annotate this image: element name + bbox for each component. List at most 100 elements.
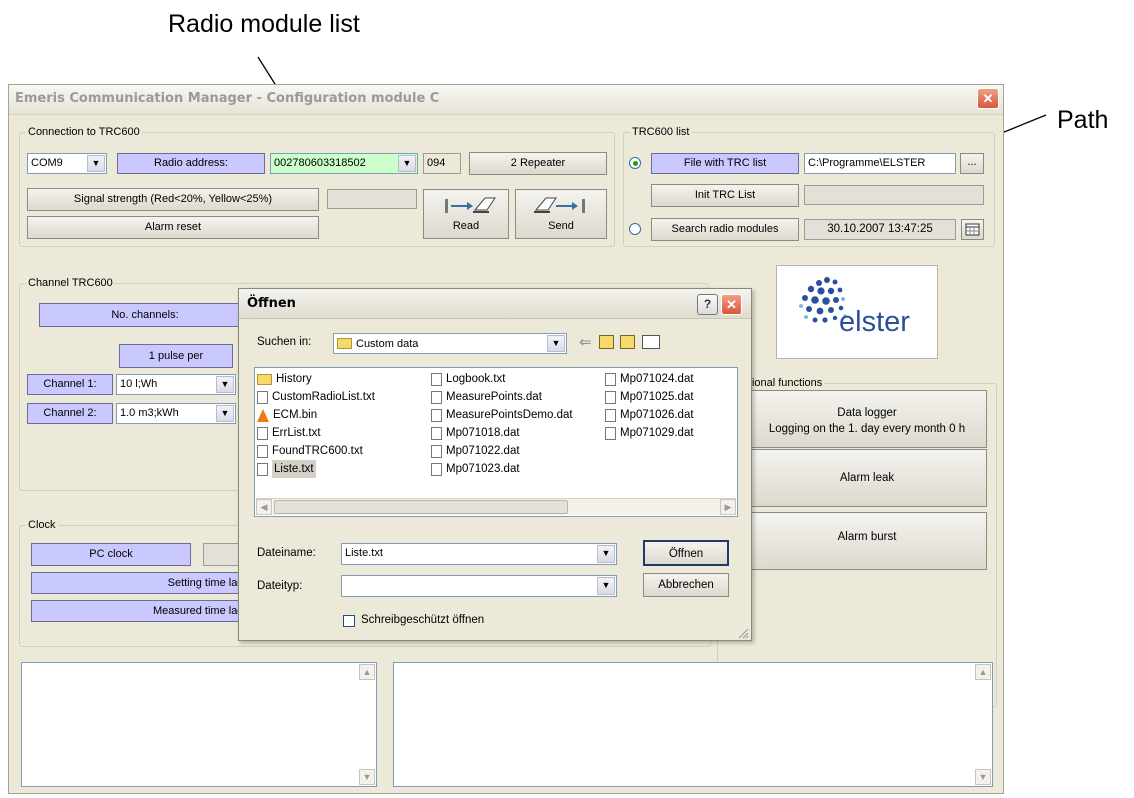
file-item[interactable]: Mp071024.dat [605, 370, 735, 388]
scroll-down-icon[interactable]: ▼ [975, 769, 991, 785]
file-item[interactable]: CustomRadioList.txt [257, 388, 429, 406]
channel1-label: Channel 1: [27, 374, 113, 395]
logo-text: elster [839, 306, 910, 338]
file-item-label: Mp071024.dat [620, 373, 694, 385]
text-file-icon [605, 408, 616, 422]
text-file-icon [431, 372, 442, 386]
file-item-label: FoundTRC600.txt [272, 445, 363, 457]
file-list[interactable]: History CustomRadioList.txt ECM.bin ErrList… [254, 367, 738, 517]
data-logger-button[interactable]: Data logger Logging on the 1. day every … [747, 390, 987, 448]
file-item-label: Liste.txt [272, 460, 316, 478]
send-button[interactable]: Send [515, 189, 607, 239]
code-field: 094 [423, 153, 461, 174]
file-item[interactable]: ECM.bin [257, 406, 429, 424]
path-field[interactable]: C:\Programme\ELSTER [804, 153, 956, 174]
port-select[interactable]: COM9 ▼ [27, 153, 107, 174]
text-file-icon [431, 426, 442, 440]
look-in-value: Custom data [356, 337, 419, 350]
file-item[interactable]: Mp071022.dat [431, 442, 603, 460]
alarm-burst-button[interactable]: Alarm burst [747, 512, 987, 570]
alarm-leak-button[interactable]: Alarm leak [747, 449, 987, 507]
init-trc-list-button[interactable]: Init TRC List [651, 184, 799, 207]
file-item[interactable]: MeasurePoints.dat [431, 388, 603, 406]
new-folder-icon[interactable] [620, 335, 635, 349]
log-left-textarea[interactable]: ▲ ▼ [21, 662, 377, 787]
scroll-right-icon[interactable]: ▶ [720, 499, 736, 515]
file-item[interactable]: Mp071026.dat [605, 406, 735, 424]
file-item-label: ECM.bin [273, 409, 318, 421]
resize-grip-icon[interactable] [737, 627, 749, 639]
text-file-icon [431, 390, 442, 404]
elster-logo: elster [776, 265, 938, 359]
file-item[interactable]: FoundTRC600.txt [257, 442, 429, 460]
horizontal-scrollbar[interactable]: ◀ ▶ [256, 498, 736, 515]
chevron-down-icon: ▼ [597, 577, 615, 595]
window-close-button[interactable]: ✕ [977, 88, 999, 109]
back-icon[interactable]: ⇐ [579, 333, 592, 351]
filetype-select[interactable]: ▼ [341, 575, 617, 597]
file-item-label: Mp071023.dat [446, 463, 520, 475]
scroll-up-icon[interactable]: ▲ [975, 664, 991, 680]
signal-strength-button[interactable]: Signal strength (Red<20%, Yellow<25%) [27, 188, 319, 211]
look-in-combo[interactable]: Custom data ▼ [333, 333, 567, 354]
text-file-icon [605, 426, 616, 440]
file-item-label: CustomRadioList.txt [272, 391, 375, 403]
file-item[interactable]: Mp071023.dat [431, 460, 603, 478]
search-radio[interactable] [629, 223, 641, 235]
browse-button[interactable]: ... [960, 153, 984, 174]
file-item[interactable]: Logbook.txt [431, 370, 603, 388]
filename-label: Dateiname: [257, 547, 316, 559]
file-item[interactable]: History [257, 370, 429, 388]
radio-address-combo[interactable]: 002780603318502 ▼ [270, 153, 418, 174]
readonly-checkbox[interactable] [343, 615, 355, 627]
repeater-button[interactable]: 2 Repeater [469, 152, 607, 175]
file-item-label: MeasurePointsDemo.dat [446, 409, 573, 421]
text-file-icon [257, 426, 268, 440]
view-menu-icon[interactable] [642, 335, 660, 349]
file-item-label: ErrList.txt [272, 427, 321, 439]
file-item-label: Logbook.txt [446, 373, 506, 385]
channel2-select[interactable]: 1.0 m3;kWh ▼ [116, 403, 236, 424]
file-item-label: Mp071025.dat [620, 391, 694, 403]
file-with-trc-list-button[interactable]: File with TRC list [651, 153, 799, 174]
file-radio[interactable] [629, 157, 641, 169]
dialog-help-button[interactable]: ? [697, 294, 718, 315]
calendar-button[interactable] [961, 219, 984, 240]
file-item[interactable]: Mp071029.dat [605, 424, 735, 442]
file-item[interactable]: ErrList.txt [257, 424, 429, 442]
data-logger-line2: Logging on the 1. day every month 0 h [768, 423, 966, 435]
read-icon [445, 197, 496, 213]
search-radio-modules-button[interactable]: Search radio modules [651, 218, 799, 241]
dialog-title-bar: Öffnen ? ✕ [239, 289, 751, 319]
scroll-down-icon[interactable]: ▼ [359, 769, 375, 785]
send-icon [534, 197, 585, 213]
log-right-textarea[interactable]: ▲ ▼ [393, 662, 993, 787]
pc-clock-label: PC clock [31, 543, 191, 566]
file-item[interactable]: Liste.txt [257, 460, 429, 478]
signal-strength-display [327, 189, 417, 209]
channel1-select[interactable]: 10 l;Wh ▼ [116, 374, 236, 395]
connection-legend: Connection to TRC600 [28, 126, 140, 138]
file-item[interactable]: Mp071018.dat [431, 424, 603, 442]
cancel-button[interactable]: Abbrechen [643, 573, 729, 597]
channel2-label: Channel 2: [27, 403, 113, 424]
file-item[interactable]: Mp071025.dat [605, 388, 735, 406]
filename-input[interactable]: Liste.txt ▼ [341, 543, 617, 565]
text-file-icon [431, 408, 442, 422]
calendar-icon [965, 223, 980, 236]
text-file-icon [257, 462, 268, 476]
chevron-down-icon: ▼ [216, 376, 234, 393]
send-label: Send [548, 220, 574, 232]
alarm-reset-button[interactable]: Alarm reset [27, 216, 319, 239]
up-folder-icon[interactable] [599, 335, 614, 349]
chevron-down-icon: ▼ [87, 155, 105, 172]
read-button[interactable]: Read [423, 189, 509, 239]
port-value: COM9 [31, 157, 63, 169]
open-dialog: Öffnen ? ✕ Suchen in: Custom data ▼ ⇐ Hi… [238, 288, 752, 641]
scroll-thumb[interactable] [274, 500, 568, 514]
scroll-left-icon[interactable]: ◀ [256, 499, 272, 515]
dialog-close-button[interactable]: ✕ [721, 294, 742, 315]
open-button[interactable]: Öffnen [643, 540, 729, 566]
scroll-up-icon[interactable]: ▲ [359, 664, 375, 680]
file-item[interactable]: MeasurePointsDemo.dat [431, 406, 603, 424]
